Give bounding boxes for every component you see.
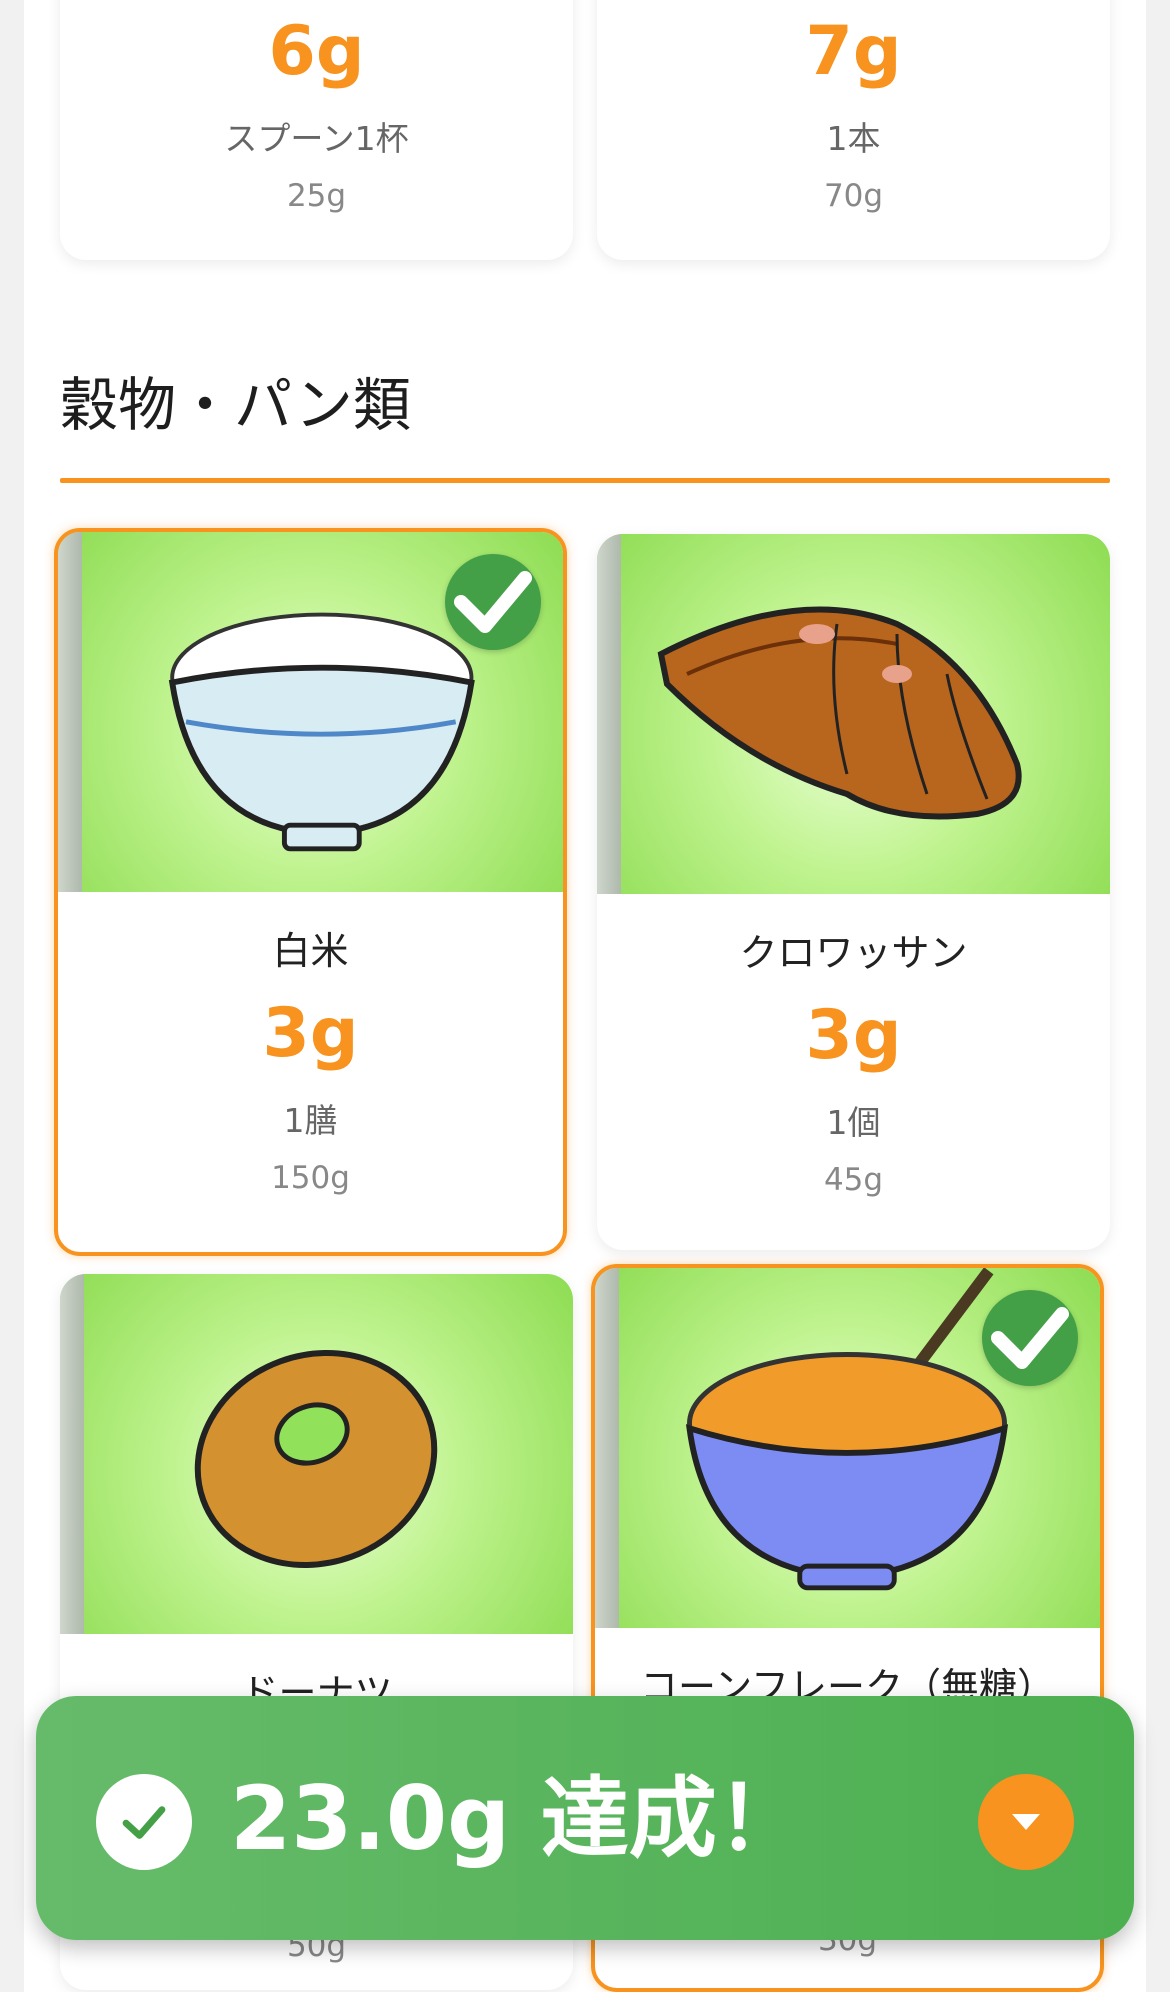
food-card-croissant[interactable]: クロワッサン 3g 1個 45g [597,534,1110,1250]
serving-size: 1膳 [283,1101,338,1140]
serving-size: スプーン1杯 [224,119,409,158]
protein-amount: 7g [805,12,902,91]
serving-weight: 25g [286,178,347,214]
serving-size: 1本 [826,119,881,158]
serving-weight: 70g [823,178,884,214]
page: 6g スプーン1杯 25g 7g 1本 70g 穀物・パン類 白米 3g 1膳 … [24,0,1146,1992]
protein-amount: 6g [268,12,365,91]
food-card[interactable]: 6g スプーン1杯 25g [60,0,573,260]
serving-weight: 45g [823,1162,884,1198]
food-image [60,1274,573,1634]
food-image [597,534,1110,894]
serving-weight: 150g [271,1160,350,1196]
section-title: 穀物・パン類 [60,371,411,439]
croissant-icon [657,606,1022,820]
protein-amount: 3g [805,996,902,1075]
food-image [58,532,563,892]
food-name: クロワッサン [739,931,968,975]
achievement-text: 23.0g 達成！ [230,1767,805,1870]
caret-down-icon[interactable] [978,1774,1074,1870]
food-name: 白米 [272,929,349,973]
food-image [595,1268,1100,1628]
selected-check-icon [445,554,541,650]
donut-icon [194,1350,438,1568]
selected-check-icon [982,1290,1078,1386]
food-card[interactable]: 7g 1本 70g [597,0,1110,260]
achievement-toast[interactable]: 23.0g 達成！ [36,1696,1134,1940]
food-card-rice[interactable]: 白米 3g 1膳 150g [54,528,567,1256]
section-divider [60,478,1110,483]
protein-amount: 3g [262,994,359,1073]
serving-size: 1個 [826,1103,881,1142]
check-icon [96,1774,192,1870]
